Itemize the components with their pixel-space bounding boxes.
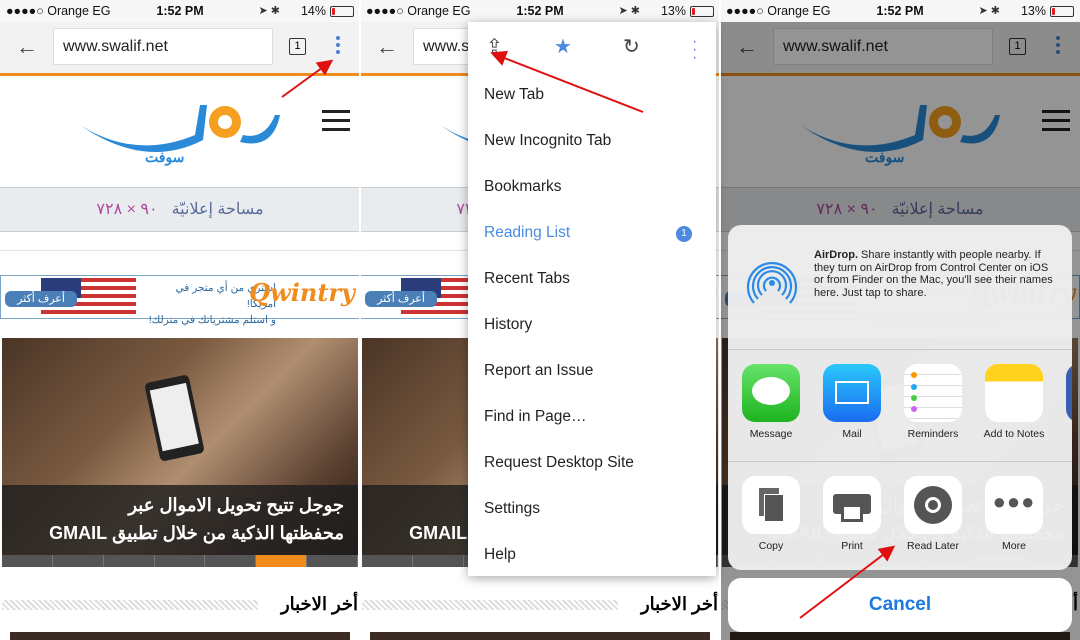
annotation-arrows — [281, 50, 896, 619]
annotation-arrow — [490, 50, 644, 113]
annotation-arrow — [799, 545, 896, 619]
annotation-arrow — [281, 59, 334, 98]
